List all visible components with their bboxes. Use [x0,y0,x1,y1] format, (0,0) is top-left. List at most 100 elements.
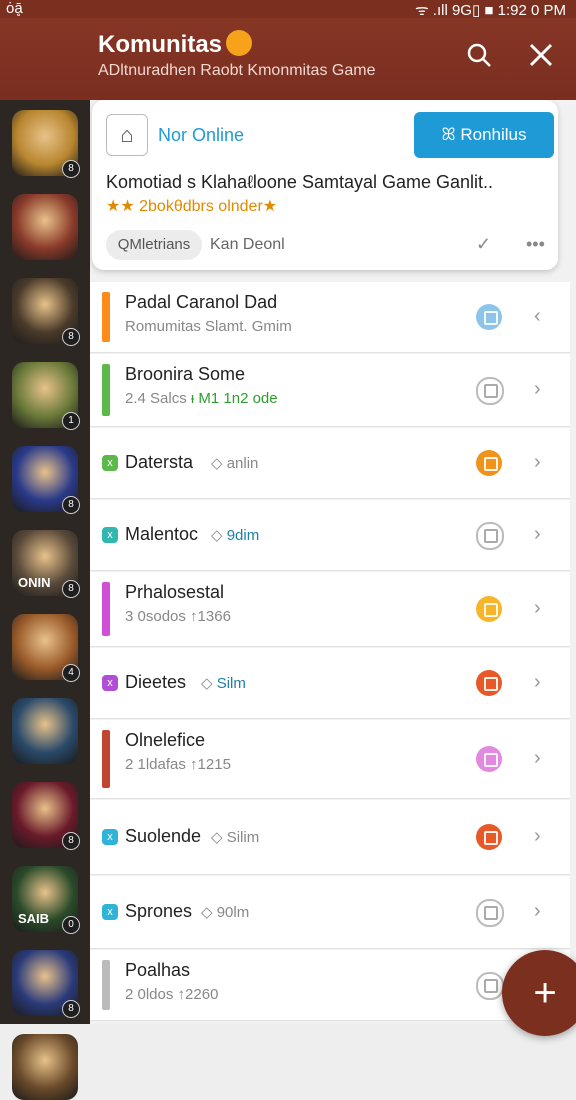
online-status: Nor Online [158,125,245,145]
status-right: ᯤ .ıll 9G▯ ■ 1:92 0 PM [414,2,566,19]
note-icon[interactable] [476,899,504,927]
chevron-right-icon[interactable]: › [534,671,541,694]
list-item[interactable]: Olnelefice 2 1ldafas ↑1215 › [90,720,570,799]
status-bar: ȯḁ̄ ᯤ .ıll 9G▯ ■ 1:92 0 PM [0,0,576,19]
list-item-title: Suolende [125,826,202,846]
list-item[interactable]: x Suolende ◇ Silim › [90,800,570,875]
list-item-title: Prhalosestal [125,582,225,602]
avatar[interactable]: 8 [12,110,80,178]
category-marker [102,730,110,788]
list-item[interactable]: Prhalosestal 3 0sodos ↑1366 › [90,572,570,647]
avatar[interactable]: 4 [12,614,80,682]
chevron-right-icon[interactable]: › [534,523,541,546]
note-icon[interactable] [476,450,502,476]
avatar-label: SAIB [18,911,50,926]
card-text: Komotiad s Klahaℓloone Samtayal Game Gan… [106,172,494,192]
list-item[interactable]: Poalhas 2 0ldos ↑2260 [90,950,570,1021]
note-icon[interactable] [476,596,502,622]
list-item-subtitle: 2 1ldafas ↑1215 [125,756,231,773]
avatar[interactable] [12,194,78,260]
list-item-subtitle: ◇ 9dim [211,527,260,544]
note-icon[interactable] [476,522,504,550]
chevron-right-icon[interactable]: ‹ [534,305,541,328]
list-item-subtitle: ◇ Silim [211,829,260,846]
note-icon[interactable] [476,824,502,850]
list-item-title: Dieetes [125,672,187,692]
list-item[interactable]: x Sprones ◇ 90lm › [90,876,570,949]
list-item[interactable]: Broonira Some 2.4 Salcs ᵻ M1 1n2 ode › [90,354,570,427]
chevron-right-icon[interactable]: › [534,597,541,620]
chevron-right-icon[interactable]: › [534,747,541,770]
list-item[interactable]: x Dieetes ◇ Silm › [90,648,570,719]
category-marker [102,582,110,636]
community-rail: 8 8 1 8 ONIN 8 4 8 SAIB 0 8 [0,100,90,1100]
list-item-subtitle: ◇ 90lm [201,904,250,921]
more-icon[interactable]: ••• [526,234,545,255]
avatar[interactable]: 8 [12,782,80,850]
close-icon[interactable] [524,40,558,74]
main-panel: ⌂ Nor Online ꕤ Ronhilus Komotiad s Klaha… [90,100,576,1024]
list-item-title: Malentoc [125,524,199,544]
list-item-title: Sprones [125,901,193,921]
list-item-subtitle: 3 0sodos ↑1366 [125,608,231,625]
search-icon[interactable] [462,40,496,74]
home-icon: ⌂ [106,114,148,156]
note-icon[interactable] [476,746,502,772]
list-item[interactable]: Padal Caranol Dad Romumitas Slamt. Gmim ‹ [90,282,570,353]
avatar[interactable]: ONIN 8 [12,530,80,598]
list-item-subtitle: Romumitas Slamt. Gmim [125,318,292,335]
category-marker: x [102,527,118,543]
chevron-right-icon[interactable]: › [534,378,541,401]
category-marker: x [102,455,118,471]
avatar[interactable] [12,698,78,764]
avatar[interactable] [12,1034,78,1100]
page-title: Komunitas [98,30,253,59]
category-marker: x [102,829,118,845]
list-item-subtitle: 2.4 Salcs ᵻ M1 1n2 ode [125,390,278,407]
avatar-badge: 8 [62,496,80,514]
avatar-badge: 8 [62,1000,80,1018]
chevron-right-icon[interactable]: › [534,825,541,848]
avatar-badge: 0 [62,916,80,934]
category-marker [102,364,110,416]
avatar-label: ONIN [18,575,51,590]
note-icon[interactable] [476,670,502,696]
avatar[interactable]: 8 [12,950,80,1018]
list-item-title: Olnelefice [125,730,206,750]
category-pill[interactable]: QMletrians [106,230,202,260]
category-marker [102,292,110,342]
note-icon[interactable] [476,972,504,1000]
avatar[interactable]: 8 [12,278,80,346]
category-marker [102,960,110,1010]
avatar[interactable]: 8 [12,446,80,514]
chevron-right-icon[interactable]: › [534,451,541,474]
avatar-badge: 4 [62,664,80,682]
avatar[interactable]: 1 [12,362,80,430]
category-marker: x [102,675,118,691]
avatar-badge: 8 [62,832,80,850]
list-item-title: Padal Caranol Dad [125,292,278,312]
avatar-badge: 8 [62,328,80,346]
list-item-subtitle: ◇ anlin [211,455,259,472]
category-marker: x [102,904,118,920]
avatar-badge: 1 [62,412,80,430]
avatar-badge: 8 [62,580,80,598]
list-item[interactable]: x Malentoc ◇ 9dim › [90,500,570,571]
header: Komunitas ADltnuradhen Raobt Kmonmitas G… [0,18,576,100]
chevron-right-icon[interactable]: › [534,900,541,923]
emoji-icon [226,30,253,56]
avatar[interactable]: SAIB 0 [12,866,80,934]
card-stars: ★★ 2bokθdbrs olnder★ [106,198,278,215]
page-subtitle: ADltnuradhen Raobt Kmonmitas Game [98,62,376,79]
note-icon[interactable] [476,304,502,330]
list-item-title: Broonira Some [125,364,246,384]
avatar-badge: 8 [62,160,80,178]
card-more-link[interactable]: Kan Deonl [210,236,285,254]
list-item-subtitle: 2 0ldos ↑2260 [125,986,219,1003]
list-item[interactable]: x Datersta ◇ anlin › [90,428,570,499]
check-icon[interactable]: ✓ [476,234,491,255]
join-button[interactable]: ꕤ Ronhilus [414,112,554,158]
featured-card[interactable]: ⌂ Nor Online ꕤ Ronhilus Komotiad s Klaha… [92,100,558,270]
note-icon[interactable] [476,377,504,405]
status-left: ȯḁ̄ [6,0,23,17]
